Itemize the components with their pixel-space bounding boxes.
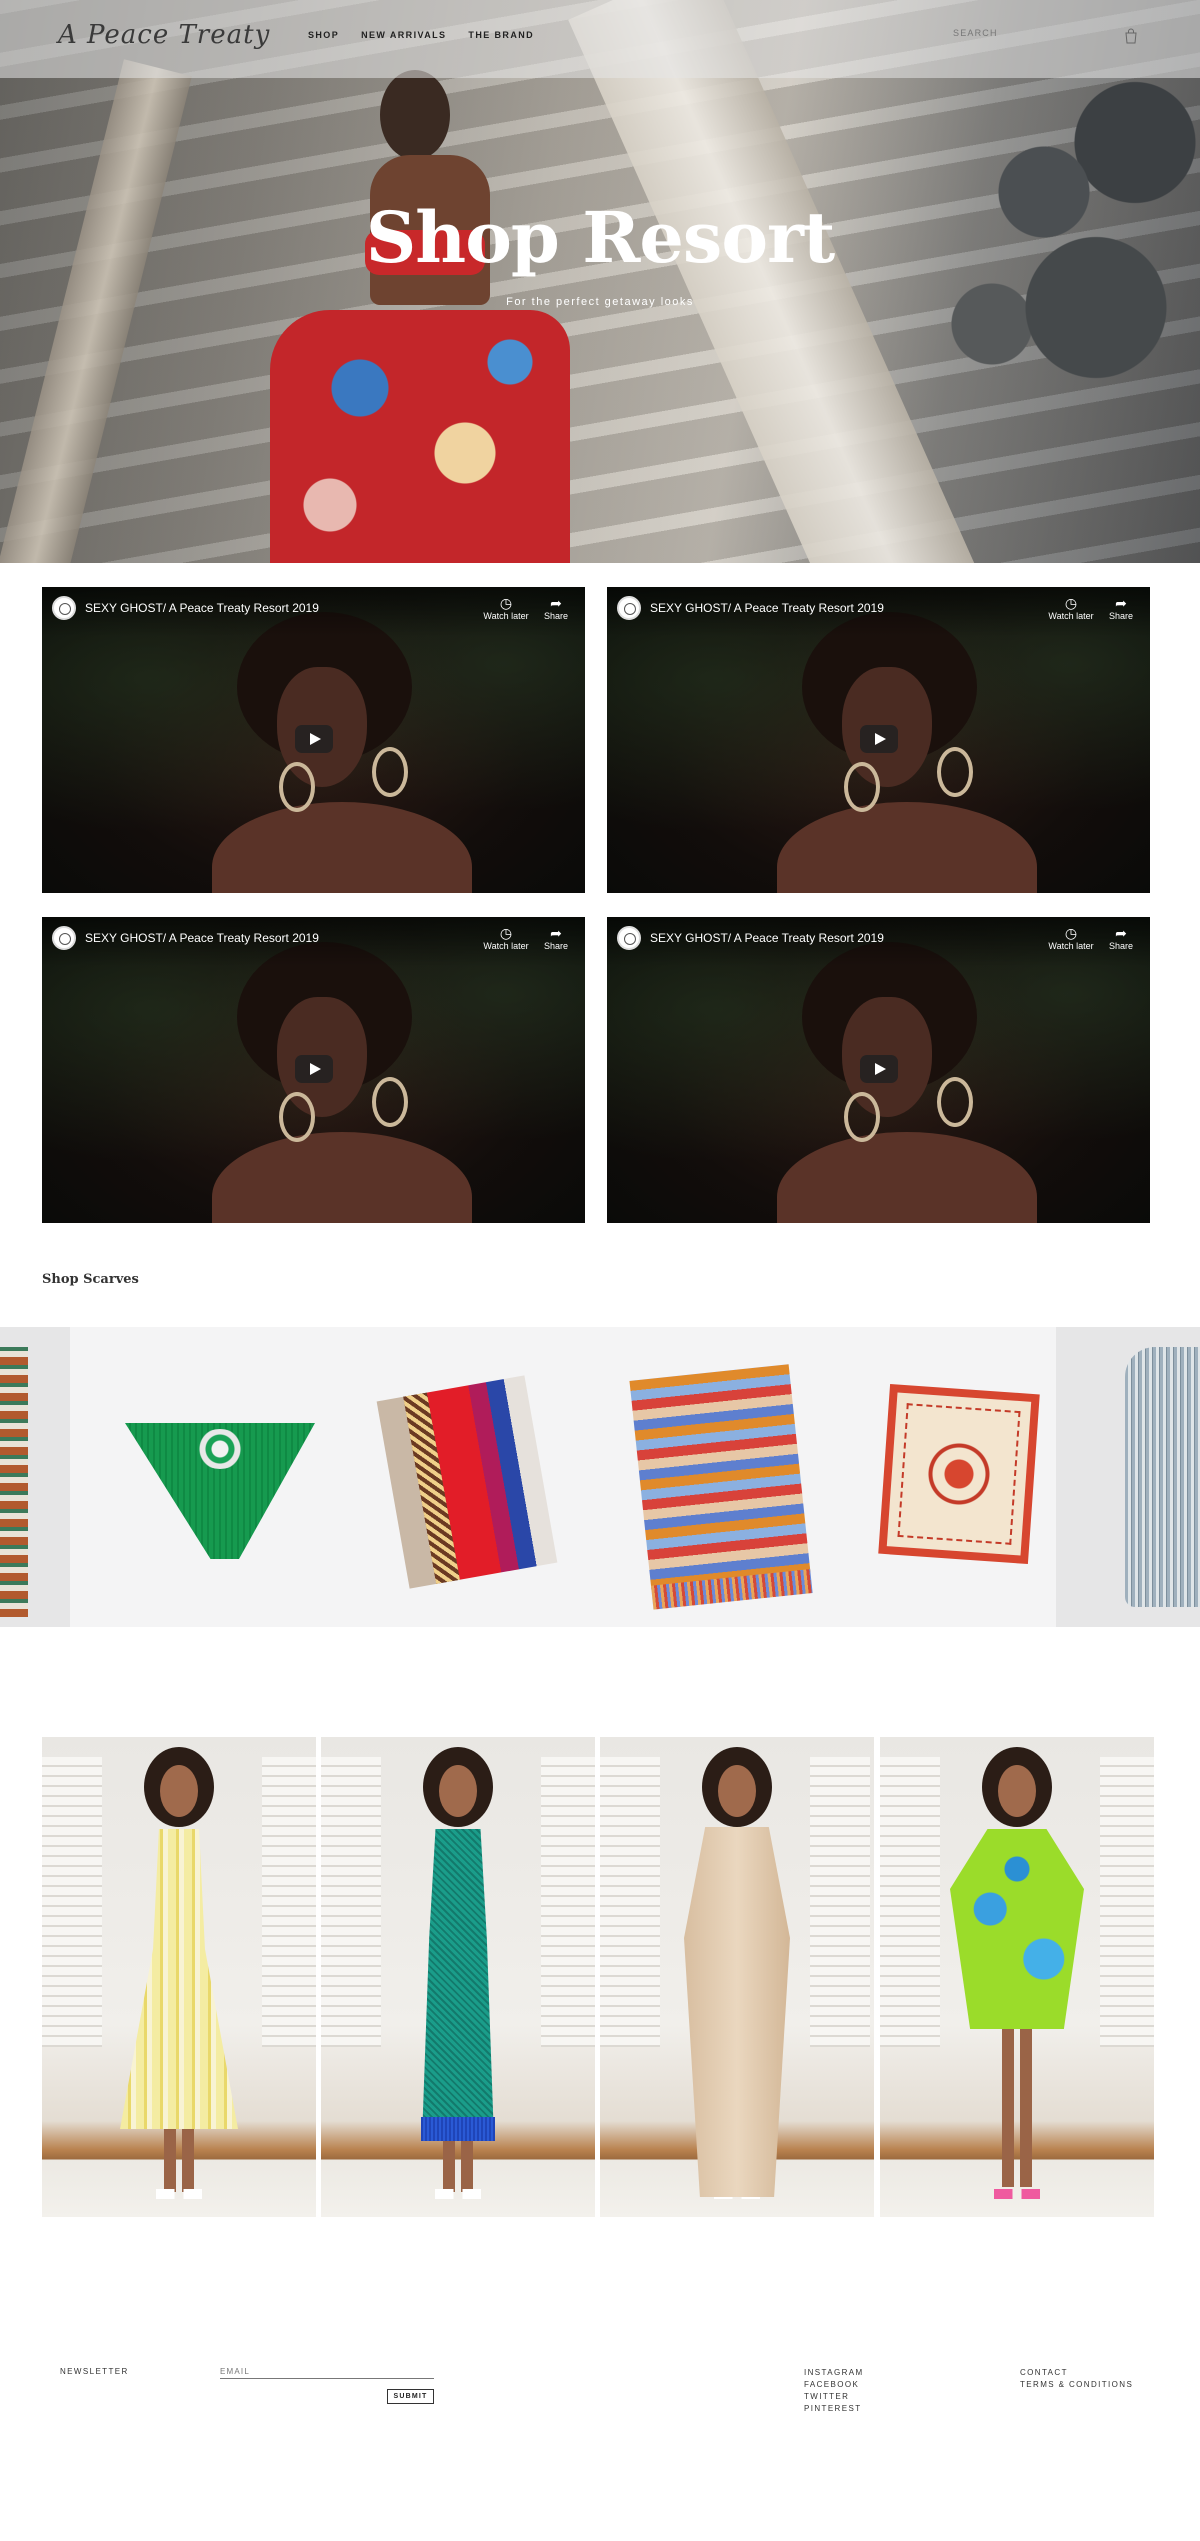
video-player[interactable]: SEXY GHOST/ A Peace Treaty Resort 2019 ◷… (607, 587, 1150, 893)
look-image[interactable] (42, 1737, 316, 2217)
terms-link[interactable]: TERMS & CONDITIONS (1020, 2380, 1133, 2389)
share-button[interactable]: ➦ Share (1096, 925, 1146, 951)
main-nav: SHOP NEW ARRIVALS THE BRAND (308, 30, 534, 40)
share-label: Share (1108, 941, 1134, 951)
play-button[interactable] (860, 725, 898, 753)
watch-later-button[interactable]: ◷ Watch later (481, 925, 531, 951)
facebook-link[interactable]: FACEBOOK (804, 2380, 864, 2389)
clock-icon: ◷ (499, 925, 513, 941)
twitter-link[interactable]: TWITTER (804, 2392, 864, 2401)
nav-the-brand[interactable]: THE BRAND (468, 30, 534, 40)
look-image[interactable] (321, 1737, 595, 2217)
bandana-scarf-image[interactable] (878, 1383, 1040, 1565)
brand-logo[interactable]: A Peace Treaty (58, 20, 270, 50)
nav-new-arrivals[interactable]: NEW ARRIVALS (361, 30, 446, 40)
video-title[interactable]: SEXY GHOST/ A Peace Treaty Resort 2019 (85, 931, 319, 945)
video-title[interactable]: SEXY GHOST/ A Peace Treaty Resort 2019 (650, 931, 884, 945)
grey-scarf-image[interactable] (1125, 1347, 1200, 1607)
shopping-bag-icon[interactable] (1124, 28, 1138, 44)
watch-later-label: Watch later (483, 611, 529, 621)
email-field[interactable] (220, 2365, 434, 2379)
video-player[interactable]: SEXY GHOST/ A Peace Treaty Resort 2019 ◷… (42, 917, 585, 1223)
nav-shop[interactable]: SHOP (308, 30, 339, 40)
share-icon: ➦ (550, 595, 562, 611)
scarves-carousel[interactable] (0, 1327, 1200, 1627)
look-image[interactable] (600, 1737, 874, 2217)
watch-later-label: Watch later (1048, 611, 1094, 621)
channel-avatar[interactable] (52, 596, 76, 620)
channel-avatar[interactable] (52, 926, 76, 950)
search-input[interactable] (953, 28, 1103, 38)
channel-avatar[interactable] (617, 596, 641, 620)
share-button[interactable]: ➦ Share (531, 595, 581, 621)
share-label: Share (543, 941, 569, 951)
hero-title: Shop Resort (365, 196, 835, 279)
instagram-link[interactable]: INSTAGRAM (804, 2368, 864, 2377)
hero-model-image (270, 60, 570, 563)
share-label: Share (543, 611, 569, 621)
zigzag-scarf-image[interactable] (629, 1364, 811, 1590)
site-header: A Peace Treaty SHOP NEW ARRIVALS THE BRA… (0, 0, 1200, 78)
newsletter-label: NEWSLETTER (60, 2367, 129, 2376)
scarves-section-title: Shop Scarves (42, 1272, 139, 1287)
clock-icon: ◷ (1064, 925, 1078, 941)
share-icon: ➦ (1115, 925, 1127, 941)
share-label: Share (1108, 611, 1134, 621)
clock-icon: ◷ (499, 595, 513, 611)
pinterest-link[interactable]: PINTEREST (804, 2404, 864, 2413)
product-slide[interactable] (0, 1327, 70, 1627)
hero-subtitle: For the perfect getaway looks (506, 296, 694, 308)
watch-later-label: Watch later (1048, 941, 1094, 951)
share-button[interactable]: ➦ Share (1096, 595, 1146, 621)
look-image[interactable] (880, 1737, 1154, 2217)
social-links: INSTAGRAM FACEBOOK TWITTER PINTEREST (804, 2368, 864, 2413)
play-button[interactable] (295, 725, 333, 753)
watch-later-button[interactable]: ◷ Watch later (1046, 925, 1096, 951)
play-button[interactable] (860, 1055, 898, 1083)
video-player[interactable]: SEXY GHOST/ A Peace Treaty Resort 2019 ◷… (607, 917, 1150, 1223)
video-title[interactable]: SEXY GHOST/ A Peace Treaty Resort 2019 (650, 601, 884, 615)
share-icon: ➦ (1115, 595, 1127, 611)
contact-link[interactable]: CONTACT (1020, 2368, 1133, 2377)
plaid-scarf-image (0, 1347, 28, 1617)
hero-banner: Shop Resort For the perfect getaway look… (0, 0, 1200, 563)
video-player[interactable]: SEXY GHOST/ A Peace Treaty Resort 2019 ◷… (42, 587, 585, 893)
share-button[interactable]: ➦ Share (531, 925, 581, 951)
video-title[interactable]: SEXY GHOST/ A Peace Treaty Resort 2019 (85, 601, 319, 615)
watch-later-label: Watch later (483, 941, 529, 951)
info-links: CONTACT TERMS & CONDITIONS (1020, 2368, 1133, 2389)
share-icon: ➦ (550, 925, 562, 941)
watch-later-button[interactable]: ◷ Watch later (1046, 595, 1096, 621)
clock-icon: ◷ (1064, 595, 1078, 611)
submit-button[interactable]: SUBMIT (387, 2389, 434, 2404)
play-button[interactable] (295, 1055, 333, 1083)
channel-avatar[interactable] (617, 926, 641, 950)
watch-later-button[interactable]: ◷ Watch later (481, 595, 531, 621)
